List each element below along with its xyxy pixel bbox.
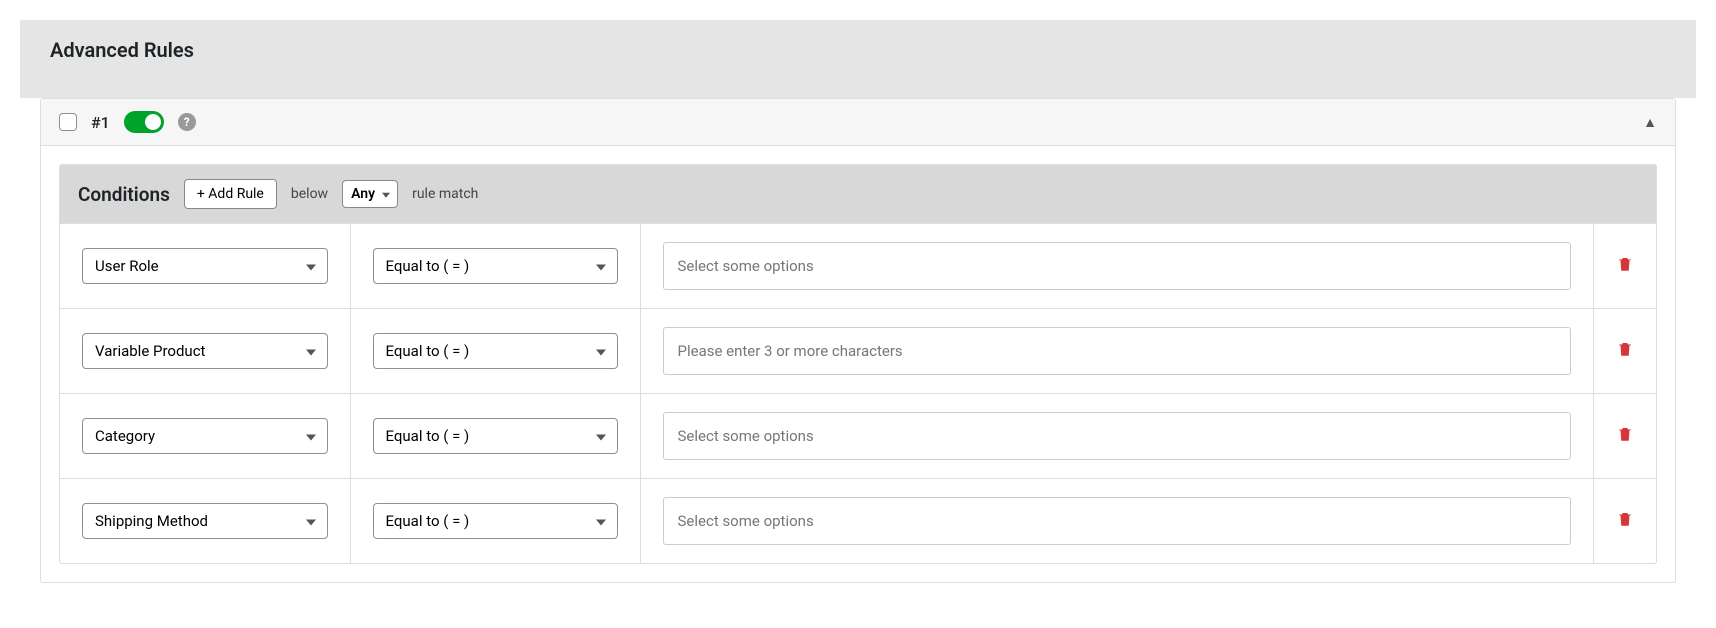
conditions-panel: Conditions + Add Rule below Any rule mat… (59, 164, 1657, 564)
operator-select-wrap: Equal to ( = ) (373, 503, 618, 539)
value-multiselect[interactable]: Please enter 3 or more characters (663, 327, 1572, 375)
match-select-wrap: Any (342, 180, 398, 208)
value-multiselect[interactable]: Select some options (663, 497, 1572, 545)
rule-card: #1 ? ▲ Conditions + Add Rule below Any r (40, 98, 1676, 583)
table-row: User Role Equal to ( = ) (60, 224, 1656, 309)
field-select[interactable]: Shipping Method (82, 503, 328, 539)
rule-header: #1 ? ▲ (41, 99, 1675, 146)
add-rule-button[interactable]: + Add Rule (184, 179, 277, 209)
field-select-wrap: User Role (82, 248, 328, 284)
operator-select[interactable]: Equal to ( = ) (373, 248, 618, 284)
rule-enabled-toggle[interactable] (124, 111, 164, 133)
below-label: below (291, 186, 328, 202)
collapse-icon[interactable]: ▲ (1643, 114, 1657, 131)
panel-title: Advanced Rules (20, 20, 1696, 80)
table-row: Shipping Method Equal to ( = ) (60, 479, 1656, 564)
advanced-rules-panel: Advanced Rules #1 ? ▲ Conditions + Add R… (20, 20, 1696, 583)
panel-body: #1 ? ▲ Conditions + Add Rule below Any r (20, 98, 1696, 583)
rule-number: #1 (91, 113, 110, 132)
match-select[interactable]: Any (342, 180, 398, 208)
operator-select-wrap: Equal to ( = ) (373, 418, 618, 454)
table-row: Variable Product Equal to ( = ) (60, 309, 1656, 394)
operator-select-wrap: Equal to ( = ) (373, 333, 618, 369)
operator-select-wrap: Equal to ( = ) (373, 248, 618, 284)
trash-icon[interactable] (1616, 339, 1634, 359)
field-select[interactable]: Variable Product (82, 333, 328, 369)
field-select-wrap: Variable Product (82, 333, 328, 369)
field-select[interactable]: Category (82, 418, 328, 454)
rule-checkbox[interactable] (59, 113, 77, 131)
trash-icon[interactable] (1616, 254, 1634, 274)
field-select-wrap: Shipping Method (82, 503, 328, 539)
conditions-table: User Role Equal to ( = ) (60, 223, 1656, 563)
conditions-title: Conditions (78, 183, 170, 206)
trash-icon[interactable] (1616, 509, 1634, 529)
table-row: Category Equal to ( = ) (60, 394, 1656, 479)
operator-select[interactable]: Equal to ( = ) (373, 503, 618, 539)
value-multiselect[interactable]: Select some options (663, 242, 1572, 290)
help-icon[interactable]: ? (178, 113, 196, 131)
field-select[interactable]: User Role (82, 248, 328, 284)
trash-icon[interactable] (1616, 424, 1634, 444)
operator-select[interactable]: Equal to ( = ) (373, 418, 618, 454)
rule-match-label: rule match (412, 186, 478, 202)
value-multiselect[interactable]: Select some options (663, 412, 1572, 460)
field-select-wrap: Category (82, 418, 328, 454)
operator-select[interactable]: Equal to ( = ) (373, 333, 618, 369)
conditions-header: Conditions + Add Rule below Any rule mat… (60, 165, 1656, 223)
